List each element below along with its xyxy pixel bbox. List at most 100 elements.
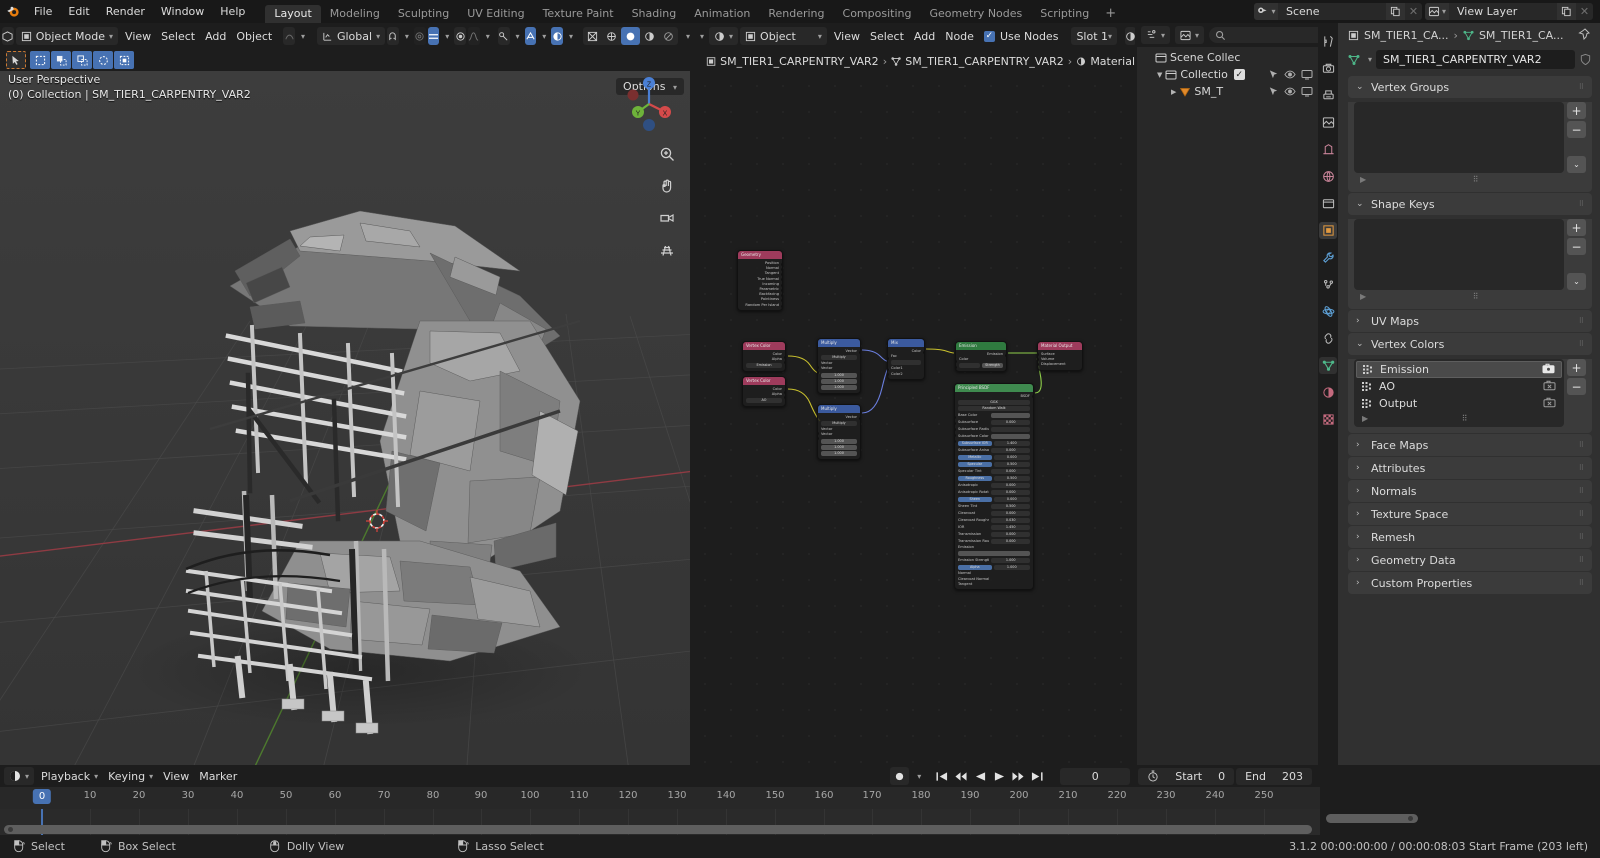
tool-icon[interactable] [1319, 33, 1337, 50]
node-socket[interactable] [858, 351, 860, 355]
tab-sculpting[interactable]: Sculpting [389, 5, 458, 23]
drag-handle-icon[interactable]: ⠿ [1579, 464, 1585, 472]
collection-props-icon[interactable] [1319, 195, 1337, 212]
node-header[interactable]: Material Output [1038, 342, 1082, 350]
props-breadcrumb-mesh[interactable]: SM_TIER1_CA... [1479, 29, 1564, 42]
panel-header-custom-properties[interactable]: › Custom Properties ⠿ [1348, 572, 1592, 594]
node-color-field[interactable] [958, 551, 1030, 557]
shading-rendered-icon[interactable] [640, 27, 659, 45]
scrollbar-thumb[interactable] [4, 825, 1312, 834]
timeline-editor[interactable]: ▾ Playback ▾ Keying ▾ View Marker ▾ 0 St… [0, 765, 1320, 835]
node-dropdown[interactable]: GGX [958, 400, 1030, 406]
panel-header-attributes[interactable]: › Attributes ⠿ [1348, 457, 1592, 479]
drag-handle-icon[interactable]: ⠿ [1579, 487, 1585, 495]
viewport-overlays-icon[interactable] [524, 27, 537, 45]
node-socket[interactable] [783, 391, 785, 395]
camera-off-icon[interactable] [1543, 397, 1556, 411]
node-value-field[interactable]: 1.000 [821, 450, 857, 456]
node-slider[interactable]: Sheen [958, 497, 992, 503]
node-socket[interactable] [780, 289, 782, 293]
shader-node-editor[interactable]: ▾ ▾ Object ▾ View Select Add Node ✓ Use … [692, 23, 1135, 765]
checkbox-icon[interactable]: ✓ [983, 30, 995, 42]
node-value-field[interactable]: 0.000 [991, 532, 1030, 538]
viewport-menu-view[interactable]: View [120, 27, 156, 45]
scene-name[interactable]: Scene [1278, 3, 1386, 20]
xray-toggle-icon[interactable] [551, 27, 564, 45]
prev-keyframe-icon[interactable] [952, 768, 970, 785]
screen-icon[interactable] [1301, 86, 1313, 97]
viewport-3d[interactable]: Object Mode ▾ View Select Add Object ▾ G… [0, 23, 690, 765]
autokey-chevron-icon[interactable]: ▾ [917, 772, 921, 781]
eye-icon[interactable] [1284, 69, 1296, 80]
eye-icon[interactable] [1284, 86, 1296, 97]
node-header[interactable]: Multiply [818, 339, 860, 347]
play-reverse-icon[interactable] [971, 768, 989, 785]
editor-type-icon[interactable] [2, 27, 14, 45]
tab-add-workspace[interactable]: + [1098, 5, 1123, 23]
menu-file[interactable]: File [26, 0, 60, 23]
outliner-display-mode[interactable]: ▾ [1141, 26, 1171, 44]
shading-material-preview-icon[interactable] [621, 27, 641, 45]
node-menu-view[interactable]: View [829, 27, 865, 45]
vertex-colors-list[interactable]: Emission AO Output ▶ ⠿ [1354, 359, 1564, 427]
add-vertex-group-button[interactable]: + [1567, 102, 1586, 119]
modifier-wrench-icon[interactable] [1319, 249, 1337, 266]
view-layer-duplicate-icon[interactable] [1557, 3, 1576, 20]
node-value-field[interactable]: 0.000 [991, 483, 1030, 489]
shape-key-specials-button[interactable]: ⌄ [1567, 273, 1586, 290]
camera-off-icon[interactable] [1543, 380, 1556, 394]
select-box-icon[interactable] [30, 51, 50, 69]
snap-options-icon[interactable] [427, 27, 440, 45]
node-color-field[interactable] [959, 363, 980, 369]
viewport-menu-add[interactable]: Add [200, 27, 231, 45]
panel-header-vertex-groups[interactable]: ⌄ Vertex Groups ⠿ [1348, 76, 1592, 98]
timeline-menu-keying[interactable]: Keying ▾ [103, 767, 158, 785]
node-emission[interactable]: Emission Emission Color Strength [955, 341, 1007, 373]
node-value-field[interactable]: 1.000 [821, 372, 857, 378]
scene-icon[interactable]: ▾ [1254, 3, 1278, 20]
expander-triangle-icon[interactable]: ▶ [1362, 414, 1368, 423]
node-value-field[interactable]: 0.000 [991, 420, 1030, 426]
panel-header-vertex-colors[interactable]: ⌄ Vertex Colors ⠿ [1348, 333, 1592, 355]
node-principled-bsdf[interactable]: Principled BSDF BSDF GGX Random Walk Bas… [954, 383, 1034, 590]
scrollbar-handle-right[interactable] [1408, 816, 1413, 821]
menu-help[interactable]: Help [212, 0, 253, 23]
node-value-field[interactable]: 0.000 [991, 469, 1030, 475]
node-vector-multiply-1[interactable]: Multiply Vector Multiply Vector Vector 1… [817, 338, 861, 394]
drag-handle-icon[interactable]: ⠿ [1579, 83, 1585, 91]
node-menu-node[interactable]: Node [940, 27, 979, 45]
timeline-ruler[interactable]: 10 20 30 40 50 60 70 80 90 100 110 120 1… [0, 787, 1320, 809]
select-box-subtract-icon[interactable] [72, 51, 92, 69]
node-value-field[interactable]: 0.000 [993, 455, 1030, 461]
drag-handle-icon[interactable]: ⠿ [1579, 579, 1585, 587]
proportional-falloff-icon[interactable] [454, 27, 467, 45]
node-header[interactable]: Principled BSDF [955, 384, 1033, 392]
drag-handle-icon[interactable]: ⠿ [1579, 317, 1585, 325]
playhead-frame-badge[interactable]: 0 [32, 789, 52, 804]
select-mode-icon[interactable] [283, 27, 295, 45]
panel-header-remesh[interactable]: › Remesh ⠿ [1348, 526, 1592, 548]
output-icon[interactable] [1319, 87, 1337, 104]
select-box-extend-icon[interactable] [51, 51, 71, 69]
hand-pan-icon[interactable] [656, 175, 678, 197]
panel-header-uv-maps[interactable]: › UV Maps ⠿ [1348, 310, 1592, 332]
node-mix[interactable]: Mix Color Fac Color1 Color2 [887, 338, 925, 380]
view-layer-remove-icon[interactable]: ✕ [1576, 3, 1593, 20]
xray-chevron-icon[interactable]: ▾ [569, 32, 573, 41]
node-menu-select[interactable]: Select [865, 27, 909, 45]
shield-icon[interactable] [1579, 53, 1592, 66]
node-value-field[interactable]: 0.500 [991, 504, 1030, 510]
tab-scripting[interactable]: Scripting [1031, 5, 1098, 23]
node-field[interactable]: Emission [746, 363, 782, 369]
camera-view-icon[interactable] [656, 207, 678, 229]
node-socket[interactable] [1031, 395, 1033, 399]
drag-handle-icon[interactable]: ⠿ [1579, 441, 1585, 449]
timeline-menu-marker[interactable]: Marker [194, 767, 242, 785]
snap-options-chevron-icon[interactable]: ▾ [445, 32, 449, 41]
remove-vertex-group-button[interactable]: − [1567, 121, 1586, 138]
node-slider[interactable]: Roughness [958, 476, 992, 482]
props-breadcrumb-object[interactable]: SM_TIER1_CA... [1364, 29, 1449, 42]
timeline-track-area[interactable] [0, 809, 1320, 835]
vertex-groups-listbox[interactable]: + − ⌄ [1354, 102, 1586, 173]
shading-wireframe-icon[interactable] [583, 27, 602, 45]
